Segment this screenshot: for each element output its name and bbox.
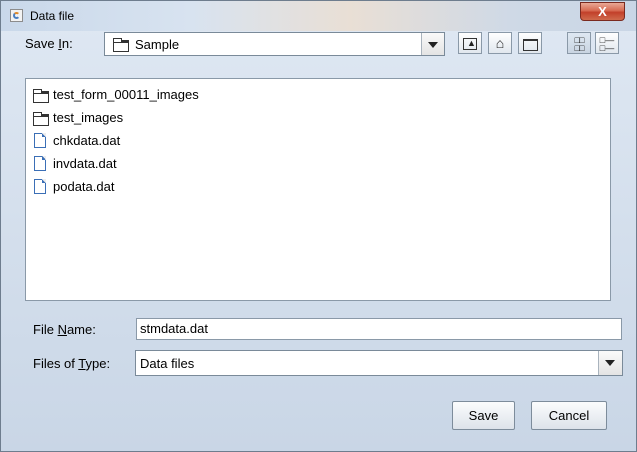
list-item[interactable]: test_images [26,107,326,129]
file-name-label-post: ame: [66,322,96,337]
up-folder-icon: ▲ [463,38,477,50]
file-type-label: Files of Type: [33,356,110,371]
file-name: invdata.dat [53,156,117,171]
details-view-icon: □— □— [599,35,615,53]
window-title: Data file [30,9,75,23]
list-view-icon: □□ □□ [574,35,585,53]
save-button[interactable]: Save [452,401,515,430]
file-icon [34,133,46,148]
list-item[interactable]: podata.dat [26,176,326,198]
file-type-label-pre: Files of [33,356,79,371]
up-folder-button[interactable]: ▲ [458,32,482,54]
title-bar[interactable]: Data file X [1,1,636,31]
file-name: chkdata.dat [53,133,121,148]
file-name: test_images [53,110,124,125]
save-in-label-pre: Save [25,36,59,51]
list-item[interactable]: test_form_00011_images [26,84,326,106]
list-view-button[interactable]: □□ □□ [567,32,591,54]
save-in-label-post: n: [61,36,73,51]
new-folder-icon [522,39,538,51]
home-button[interactable]: ⌂ [488,32,512,54]
java-app-icon [10,9,23,22]
folder-icon [33,89,49,103]
save-in-combo[interactable]: Sample [104,32,445,56]
folder-icon [113,38,129,52]
file-name-label-mnemonic: N [57,322,67,337]
file-list[interactable]: test_form_00011_images test_imageschkdata… [25,78,611,301]
details-view-button[interactable]: □— □— [595,32,619,54]
file-icon [34,156,46,171]
file-name-label: File Name: [33,322,96,337]
file-type-label-post: ype: [85,356,111,371]
file-icon [34,179,46,194]
save-in-value: Sample [135,37,180,52]
save-in-label: Save In: [25,36,73,51]
list-item[interactable]: chkdata.dat [26,130,326,152]
close-button[interactable]: X [580,2,625,21]
home-icon: ⌂ [495,35,505,51]
file-type-value: Data files [140,356,195,371]
chevron-down-icon[interactable] [421,33,444,55]
file-type-combo[interactable]: Data files [135,350,623,376]
file-name-label-pre: File [33,322,58,337]
file-name: test_form_00011_images [53,87,199,102]
list-item[interactable]: invdata.dat [26,153,326,175]
file-name: podata.dat [53,179,115,194]
file-name-input[interactable]: stmdata.dat [136,318,622,340]
folder-icon [33,112,49,126]
chevron-down-icon[interactable] [598,351,622,375]
new-folder-button[interactable] [518,32,542,54]
file-type-label-mnemonic: T [78,356,86,371]
cancel-button[interactable]: Cancel [531,401,607,430]
